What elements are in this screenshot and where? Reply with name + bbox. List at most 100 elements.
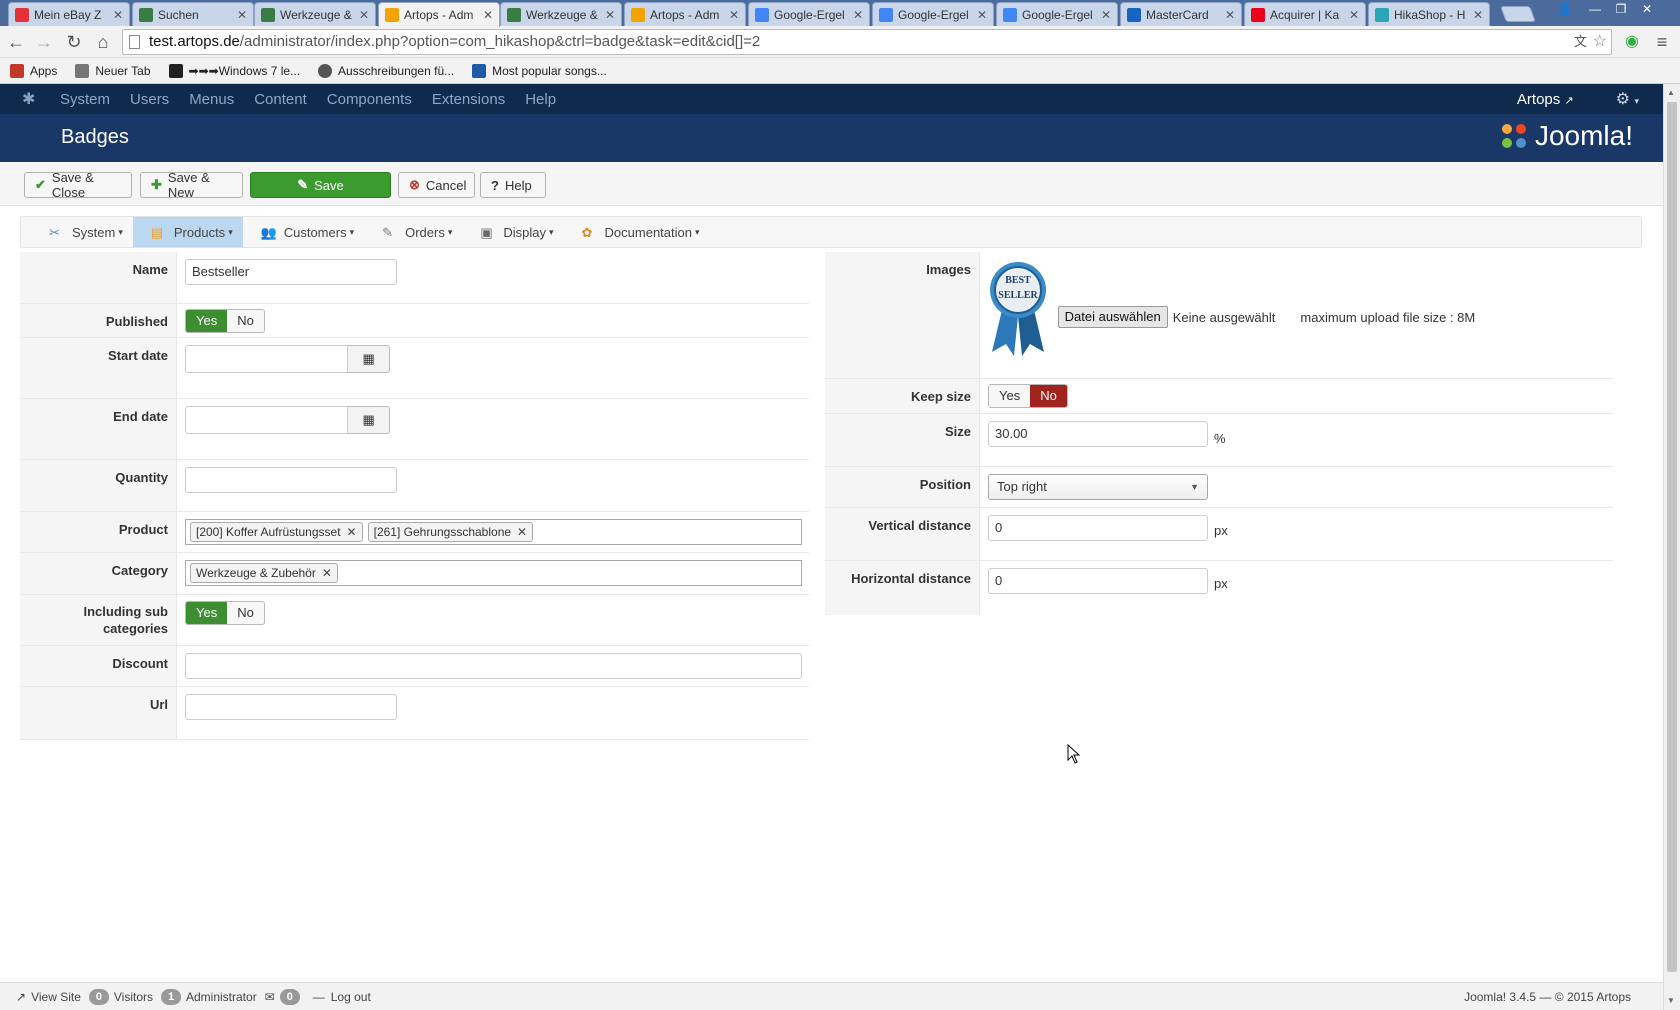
position-select[interactable]: Top right ▼ — [988, 474, 1208, 500]
admin-menu-help[interactable]: Help — [525, 91, 556, 108]
close-tab-icon[interactable]: ✕ — [1349, 8, 1359, 22]
forward-icon[interactable]: → — [34, 32, 54, 52]
close-tab-icon[interactable]: ✕ — [853, 8, 863, 22]
name-input[interactable]: Bestseller — [185, 259, 397, 285]
url-field[interactable] — [185, 694, 397, 720]
logout-link[interactable]: — Log out — [313, 990, 371, 1004]
reload-icon[interactable]: ↻ — [64, 32, 84, 52]
browser-tab[interactable]: Werkzeuge & ✕ — [500, 2, 622, 26]
browser-tab[interactable]: Acquirer | Ka ✕ — [1244, 2, 1366, 26]
browser-tab[interactable]: Werkzeuge & ✕ — [254, 2, 376, 26]
remove-tag-icon[interactable]: ✕ — [322, 564, 332, 582]
close-tab-icon[interactable]: ✕ — [977, 8, 987, 22]
close-tab-icon[interactable]: ✕ — [605, 8, 615, 22]
bookmark-item[interactable]: Neuer Tab — [75, 63, 151, 78]
published-no[interactable]: No — [227, 310, 264, 332]
bookmark-item[interactable]: ➡➡➡Windows 7 le... — [168, 63, 300, 78]
browser-tab[interactable]: Artops - Adm ✕ — [624, 2, 746, 26]
size-input[interactable]: 30.00 — [988, 421, 1208, 447]
bookmark-item[interactable]: Ausschreibungen fü... — [318, 63, 454, 78]
minimize-icon[interactable]: — — [1582, 0, 1608, 18]
translate-icon[interactable]: 文 — [1574, 30, 1587, 54]
discount-input[interactable] — [185, 653, 802, 679]
close-tab-icon[interactable]: ✕ — [359, 8, 369, 22]
back-icon[interactable]: ← — [6, 32, 26, 52]
submenu-display[interactable]: ▣ Display ▾ — [462, 217, 563, 247]
user-menu[interactable]: Artops ↗ — [1517, 91, 1574, 108]
submenu-products[interactable]: ▤ Products ▾ — [132, 217, 243, 247]
home-icon[interactable]: ⌂ — [93, 32, 113, 52]
gear-icon[interactable]: ⚙ ▾ — [1616, 89, 1639, 109]
start-date-input[interactable] — [185, 345, 349, 373]
close-tab-icon[interactable]: ✕ — [1225, 8, 1235, 22]
horizontal-distance-input[interactable]: 0 — [988, 568, 1208, 594]
browser-tab[interactable]: Artops - Adm ✕ — [378, 2, 500, 27]
close-tab-icon[interactable]: ✕ — [1101, 8, 1111, 22]
bookmark-item[interactable]: Most popular songs... — [472, 63, 607, 78]
user-icon[interactable]: 👤 — [1552, 0, 1578, 18]
close-tab-icon[interactable]: ✕ — [237, 8, 247, 22]
subcategories-no[interactable]: No — [227, 602, 264, 624]
new-tab-button[interactable] — [1500, 6, 1536, 22]
calendar-icon[interactable]: ▦ — [348, 406, 390, 434]
calendar-icon[interactable]: ▦ — [348, 345, 390, 373]
submenu-system[interactable]: ✂ System ▾ — [31, 217, 133, 247]
scroll-up-icon[interactable]: ▲ — [1667, 88, 1675, 97]
page-scrollbar[interactable]: ▲ ▼ — [1663, 84, 1680, 1010]
caret-down-icon: ▾ — [349, 226, 355, 237]
save-button[interactable]: ✎ Save — [250, 172, 391, 198]
vertical-distance-input[interactable]: 0 — [988, 515, 1208, 541]
product-tag-input[interactable]: [200] Koffer Aufrüstungsset ✕ [261] Gehrun… — [185, 519, 802, 545]
close-tab-icon[interactable]: ✕ — [1473, 8, 1483, 22]
subcategories-yes[interactable]: Yes — [186, 602, 228, 624]
help-button[interactable]: ? Help — [480, 172, 546, 198]
url-input[interactable]: test.artops.de/administrator/index.php?o… — [122, 29, 1612, 55]
help-icon: ? — [491, 177, 499, 193]
vertical-distance-row: Vertical distance 0 px — [825, 508, 1613, 561]
close-tab-icon[interactable]: ✕ — [483, 8, 493, 22]
browser-tab[interactable]: MasterCard ✕ — [1120, 2, 1242, 26]
admin-menu-extensions[interactable]: Extensions — [432, 91, 505, 108]
save-new-button[interactable]: ✚ Save & New — [140, 170, 243, 200]
selected-tag: [261] Gehrungsschablone ✕ — [367, 522, 534, 542]
keep-size-no[interactable]: No — [1030, 385, 1067, 407]
submenu-customers[interactable]: 👥 Customers ▾ — [243, 217, 364, 247]
browser-tab[interactable]: Google-Ergel ✕ — [872, 2, 994, 26]
menu-icon[interactable]: ≡ — [1652, 32, 1672, 52]
browser-tab[interactable]: Google-Ergel ✕ — [748, 2, 870, 26]
star-icon[interactable]: ☆ — [1593, 30, 1607, 54]
browser-tab[interactable]: Google-Ergel ✕ — [996, 2, 1118, 26]
keep-size-yes[interactable]: Yes — [989, 385, 1031, 407]
maximize-icon[interactable]: ❐ — [1608, 0, 1634, 18]
submenu-documentation[interactable]: ✿ Documentation ▾ — [564, 217, 710, 247]
category-tag-input[interactable]: Werkzeuge & Zubehör ✕ — [185, 560, 802, 586]
remove-tag-icon[interactable]: ✕ — [517, 523, 527, 541]
end-date-input[interactable] — [185, 406, 349, 434]
joomla-menu-icon[interactable]: ✱ — [22, 89, 48, 109]
browser-tab-label: HikaShop - H — [1394, 7, 1466, 22]
submenu-orders[interactable]: ✎ Orders ▾ — [364, 217, 462, 247]
bookmark-item[interactable]: Apps — [10, 63, 57, 78]
close-tab-icon[interactable]: ✕ — [113, 8, 123, 22]
browser-tab[interactable]: Mein eBay Z ✕ — [8, 2, 130, 26]
admin-menu-menus[interactable]: Menus — [189, 91, 234, 108]
admin-menu-users[interactable]: Users — [130, 91, 169, 108]
browser-tab[interactable]: HikaShop - H ✕ — [1368, 2, 1490, 26]
extension-icon[interactable]: ◉ — [1622, 32, 1642, 52]
admin-menu-content[interactable]: Content — [254, 91, 307, 108]
admin-menu-system[interactable]: System — [60, 91, 110, 108]
choose-file-button[interactable]: Datei auswählen — [1057, 306, 1168, 328]
quantity-input[interactable] — [185, 467, 397, 493]
close-tab-icon[interactable]: ✕ — [729, 8, 739, 22]
view-site-link[interactable]: ↗ View Site — [16, 990, 81, 1004]
admin-menu-components[interactable]: Components — [327, 91, 412, 108]
scrollbar-thumb[interactable] — [1667, 102, 1677, 972]
browser-tab[interactable]: Suchen ✕ — [132, 2, 254, 26]
close-window-icon[interactable]: ✕ — [1634, 0, 1660, 18]
remove-tag-icon[interactable]: ✕ — [347, 523, 357, 541]
scroll-down-icon[interactable]: ▼ — [1667, 996, 1675, 1005]
published-yes[interactable]: Yes — [186, 310, 228, 332]
save-close-button[interactable]: ✔ Save & Close — [24, 170, 132, 200]
messages-indicator[interactable]: ✉ 0 — [265, 988, 305, 1005]
cancel-button[interactable]: ⊗ Cancel — [398, 172, 475, 198]
